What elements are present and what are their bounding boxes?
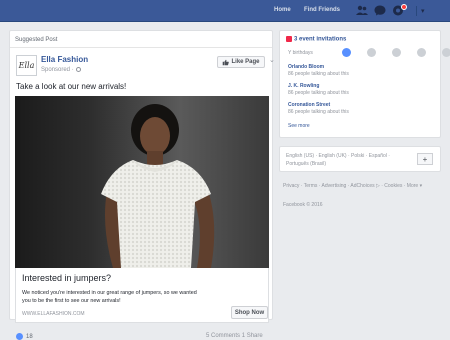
ad-photo[interactable] [15,96,269,268]
event-invitations-label: 3 event invitations [294,36,347,43]
model-in-jumper-image [101,104,215,268]
event-invitations-link[interactable]: 3 event invitations [286,36,346,43]
friend-requests-icon[interactable] [356,5,368,16]
event-icon[interactable] [392,48,401,57]
thumbs-up-icon [223,59,230,65]
comments-count[interactable]: 5 Comments [206,333,240,339]
suggested-post-label: Suggested Post [15,37,58,43]
see-more-link[interactable]: See more [288,123,310,129]
page-name-link[interactable]: Ella Fashion [41,55,88,64]
trending-item[interactable]: Coronation Street 86 people talking abou… [288,102,349,115]
like-count: 18 [26,333,33,340]
nav-home-link[interactable]: Home [274,7,291,13]
suggested-post-card: Suggested Post Ella Ella Fashion Sponsor… [9,30,275,340]
ad-link-attachment[interactable]: Interested in jumpers? We noticed you're… [15,268,269,323]
trending-item-name: Coronation Street [288,102,331,108]
shop-now-button[interactable]: Shop Now [231,306,268,319]
trending-item[interactable]: Orlando Bloom 86 people talking about th… [288,64,349,77]
trending-item[interactable]: J. K. Rowling 86 people talking about th… [288,83,349,96]
post-message: Take a look at our new arrivals! [16,82,127,91]
trending-item-name: J. K. Rowling [288,83,320,89]
attachment-url: WWW.ELLAFASHION.COM [22,311,85,317]
attachment-title: Interested in jumpers? [22,273,112,283]
event-icon[interactable] [367,48,376,57]
nav-find-friends-link[interactable]: Find Friends [304,7,340,13]
event-icon-row [342,48,450,57]
copyright-text: Facebook © 2016 [283,202,323,208]
globe-icon [75,67,81,72]
event-icon[interactable] [342,48,351,57]
account-menu-chevron-down-icon[interactable]: ▾ [421,7,425,15]
reaction-summary[interactable]: 18 [16,333,33,340]
add-language-button[interactable]: + [417,153,433,165]
notification-badge [401,4,407,10]
footer-links[interactable]: Privacy · Terms · Advertising · AdChoice… [283,182,443,191]
trending-item-desc: 86 people talking about this [288,71,349,77]
card-divider [10,47,272,48]
sponsored-text: Sponsored [41,67,71,74]
trending-item-desc: 86 people talking about this [288,90,349,96]
event-icon[interactable] [442,48,450,57]
shares-count[interactable]: 1 Share [242,333,263,339]
event-icon[interactable] [417,48,426,57]
language-panel: English (US) · English (UK) · Polski · E… [279,146,441,172]
topbar-divider [416,6,417,16]
like-reaction-icon [16,333,23,340]
trending-item-name: Orlando Bloom [288,64,325,70]
page-logo-text: Ella [18,61,35,70]
trending-item-desc: 86 people talking about this [288,109,349,115]
post-options-chevron-down-icon[interactable]: ⌄ [269,56,275,64]
events-panel: 3 event invitations Y birthdays Orlando … [279,30,450,138]
page-logo[interactable]: Ella [16,55,37,76]
birthdays-label: Y birthdays [288,50,313,56]
sponsored-label: Sponsored · [41,67,81,73]
like-page-button[interactable]: Like Page [217,56,265,68]
comment-share-summary[interactable]: 5 Comments 1 Share [206,333,263,339]
calendar-icon [286,36,292,42]
like-page-label: Like Page [231,59,260,65]
language-links[interactable]: English (US) · English (UK) · Polski · E… [286,152,406,168]
top-navigation-bar: Home Find Friends ▾ [0,0,450,22]
attachment-description: We noticed you're interested in our grea… [22,290,197,304]
messages-icon[interactable] [374,5,386,16]
